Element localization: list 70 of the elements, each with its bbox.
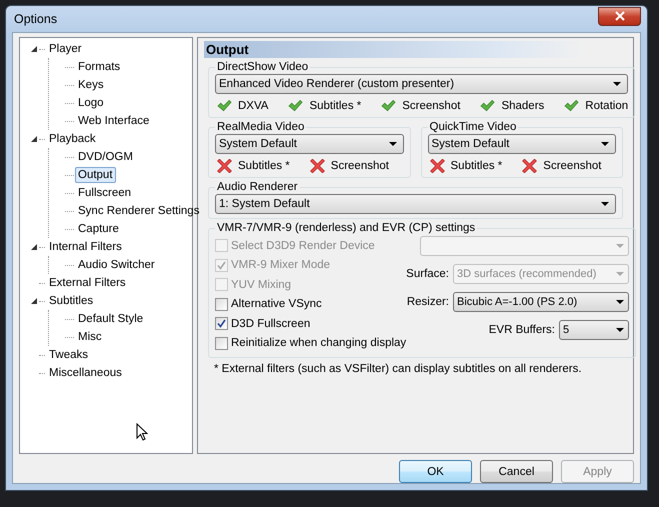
feature-label: Subtitles * <box>450 160 502 172</box>
dropdown[interactable]: Bicubic A=-1.00 (PS 2.0) <box>453 292 629 312</box>
checkbox-label: Select D3D9 Render Device <box>231 240 375 252</box>
triangle-icon[interactable] <box>31 136 37 142</box>
tree-item[interactable]: Logo <box>75 95 107 111</box>
checkbox[interactable] <box>215 298 228 311</box>
dropdown[interactable]: 5 <box>559 320 629 340</box>
field-label: Surface: <box>406 268 449 280</box>
dropdown[interactable]: System Default <box>428 134 616 154</box>
tree-item[interactable]: Fullscreen <box>75 185 134 201</box>
caret-icon <box>613 82 622 86</box>
tree-item[interactable]: Audio Switcher <box>75 257 158 273</box>
caret-icon <box>601 142 609 146</box>
dropdown[interactable]: Enhanced Video Renderer (custom presenter) <box>215 74 628 94</box>
feature-label: Rotation <box>585 100 628 112</box>
group-title: VMR-7/VMR-9 (renderless) and EVR (CP) settings <box>216 222 476 234</box>
caret-icon <box>616 272 624 276</box>
tree-item[interactable]: Misc <box>75 329 105 345</box>
tree-item[interactable]: Miscellaneous <box>46 365 125 381</box>
feature-label: Subtitles * <box>309 100 362 112</box>
tree-item[interactable]: Tweaks <box>46 347 91 363</box>
checkbox-label: Alternative VSync <box>231 298 322 310</box>
tree-item[interactable]: Keys <box>75 77 107 93</box>
triangle-icon[interactable] <box>31 298 37 304</box>
triangle-icon[interactable] <box>31 244 37 250</box>
checkbox-label: YUV Mixing <box>231 278 292 291</box>
caret-icon <box>616 328 624 332</box>
close-icon <box>614 11 624 21</box>
tree-item[interactable]: Playback <box>46 131 99 147</box>
group-title: RealMedia Video <box>216 121 306 133</box>
group-title: QuickTime Video <box>428 121 518 133</box>
field-label: Resizer: <box>406 296 449 308</box>
tree-item[interactable]: Sync Renderer Settings <box>75 203 202 219</box>
tree-item[interactable]: Output <box>75 167 116 183</box>
triangle-icon[interactable] <box>31 46 37 52</box>
footnote: * External filters (such as VSFilter) can display subtitles on all renderers. <box>213 362 583 377</box>
feature-label: Screenshot <box>402 100 460 112</box>
feature-label: Subtitles * <box>238 160 290 172</box>
dialog-button[interactable]: Cancel <box>480 460 553 483</box>
tree-item[interactable]: Web Interface <box>75 113 152 129</box>
dropdown[interactable]: System Default <box>215 134 404 154</box>
tree-item[interactable]: External Filters <box>46 275 129 291</box>
tree-item[interactable]: Formats <box>75 59 124 75</box>
caret-icon <box>388 142 396 146</box>
tree-item[interactable]: Default Style <box>75 311 146 327</box>
dropdown[interactable]: 1: System Default <box>215 194 616 214</box>
tree-item[interactable]: Internal Filters <box>46 239 125 255</box>
window-title: Options <box>13 12 58 26</box>
dialog-button[interactable]: OK <box>399 460 472 483</box>
tree-item[interactable]: DVD/OGM <box>75 149 136 165</box>
caret-icon <box>616 244 624 248</box>
tree-item[interactable]: Player <box>46 41 85 57</box>
checkbox-label: VMR-9 Mixer Mode <box>231 259 330 272</box>
group-title: Audio Renderer <box>216 181 299 193</box>
group-title: DirectShow Video <box>216 61 310 73</box>
feature-label: Screenshot <box>330 160 389 172</box>
close-button[interactable] <box>598 6 641 26</box>
tree-item[interactable]: Capture <box>75 221 122 237</box>
checkbox-label: D3D Fullscreen <box>231 318 310 330</box>
feature-label: Shaders <box>501 100 544 112</box>
checkbox[interactable] <box>215 317 228 330</box>
caret-icon <box>616 300 624 304</box>
tree-item[interactable]: Subtitles <box>46 293 96 309</box>
checkbox[interactable] <box>215 336 228 350</box>
checkbox-label: Reinitialize when changing display <box>231 337 406 350</box>
feature-label: DXVA <box>238 100 268 112</box>
caret-icon <box>601 202 609 206</box>
feature-label: Screenshot <box>543 160 602 172</box>
mouse-pointer-icon <box>136 423 148 441</box>
field-label: EVR Buffers: <box>488 324 555 336</box>
